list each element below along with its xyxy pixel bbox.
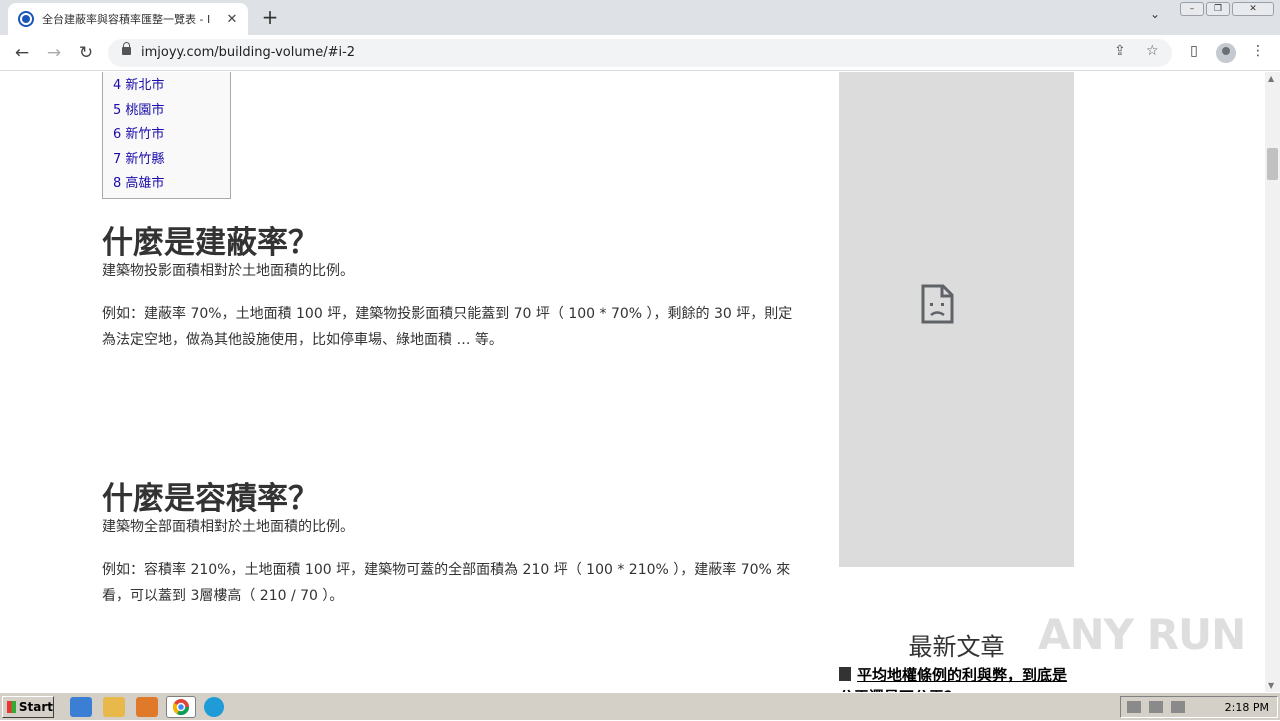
scroll-up-arrow-icon[interactable]: ▲ [1268, 74, 1274, 83]
section-heading-coverage-ratio: 什麼是建蔽率？ [102, 225, 319, 261]
floor-area-ratio-definition: 建築物全部面積相對於土地面積的比例。 [102, 519, 354, 535]
windows-taskbar: Start 2:18 PM [0, 692, 1280, 720]
bookmark-star-icon[interactable]: ☆ [1146, 43, 1159, 59]
coverage-ratio-example: 例如：建蔽率 70%，土地面積 100 坪，建築物投影面積只能蓋到 70 坪（ … [102, 306, 793, 348]
close-window-button[interactable]: ✕ [1232, 2, 1274, 16]
ie-icon[interactable] [70, 697, 92, 717]
tab-close-icon[interactable]: ✕ [224, 12, 240, 27]
latest-article-title[interactable]: 平均地權條例的利與弊，到底是公平還是不公平？ [839, 666, 1067, 692]
anyrun-watermark: ANY RUN [1038, 610, 1246, 659]
tab-title: 全台建蔽率與容積率匯整一覽表 - Imjoyy [42, 13, 210, 26]
table-of-contents: 4 新北市 5 桃園市 6 新竹市 7 新竹縣 8 高雄市 [102, 72, 231, 199]
volume-icon[interactable] [1127, 701, 1141, 713]
lock-icon[interactable] [122, 42, 131, 55]
start-label: Start [18, 700, 53, 714]
share-icon[interactable]: ⇪ [1114, 43, 1126, 59]
new-tab-button[interactable]: + [258, 5, 282, 29]
address-bar[interactable]: imjoyy.com/building-volume/#i-2 ⇪ ☆ [108, 39, 1172, 67]
reload-icon[interactable]: ↻ [74, 41, 98, 65]
scroll-thumb[interactable] [1267, 148, 1278, 180]
browser-tab[interactable]: 全台建蔽率與容積率匯整一覽表 - Imjoyy ✕ [8, 3, 248, 35]
back-arrow-icon[interactable]: ← [10, 41, 34, 65]
site-favicon-icon [18, 11, 34, 27]
toc-item[interactable]: 7 新竹縣 [113, 151, 230, 176]
explorer-folder-icon[interactable] [103, 697, 125, 717]
start-button[interactable]: Start [2, 696, 54, 718]
clock[interactable]: 2:18 PM [1225, 701, 1277, 714]
toc-item[interactable]: 5 桃園市 [113, 102, 230, 127]
sidebar-ad-frame [839, 72, 1074, 567]
latest-article-link[interactable]: 平均地權條例的利與弊，到底是公平還是不公平？ [839, 664, 1074, 692]
coverage-ratio-definition: 建築物投影面積相對於土地面積的比例。 [102, 263, 354, 279]
forward-arrow-icon[interactable]: → [42, 41, 66, 65]
restore-button[interactable]: ❐ [1206, 2, 1230, 16]
page-scrollbar[interactable]: ▲ ▼ [1265, 72, 1280, 692]
windows-flag-icon [7, 701, 16, 713]
profile-avatar-icon[interactable] [1216, 43, 1236, 63]
network-icon[interactable] [1149, 701, 1163, 713]
toc-item[interactable]: 6 新竹市 [113, 126, 230, 151]
media-player-icon[interactable] [136, 697, 158, 717]
browser-titlebar: 全台建蔽率與容積率匯整一覽表 - Imjoyy ✕ + ⌄ – ❐ ✕ [0, 0, 1280, 35]
tab-search-chevron-icon[interactable]: ⌄ [1150, 7, 1160, 21]
chrome-taskbar-button[interactable] [166, 696, 196, 718]
toc-item[interactable]: 8 高雄市 [113, 175, 230, 200]
broken-page-icon [921, 284, 954, 324]
document-icon [839, 667, 851, 681]
side-panel-icon[interactable]: ▯ [1184, 43, 1204, 63]
chrome-icon [172, 699, 190, 716]
toc-item[interactable]: 4 新北市 [113, 77, 230, 102]
browser-toolbar: ← → ↻ imjoyy.com/building-volume/#i-2 ⇪ … [0, 35, 1280, 71]
window-controls: – ❐ ✕ [1180, 2, 1274, 16]
action-center-flag-icon[interactable] [1171, 701, 1185, 713]
menu-kebab-icon[interactable]: ⋮ [1248, 43, 1268, 63]
floor-area-ratio-example: 例如：容積率 210%，土地面積 100 坪，建築物可蓋的全部面積為 210 坪… [102, 562, 791, 604]
minimize-button[interactable]: – [1180, 2, 1204, 16]
scroll-down-arrow-icon[interactable]: ▼ [1268, 681, 1274, 690]
section-heading-floor-area-ratio: 什麼是容積率？ [102, 481, 319, 517]
url-text[interactable]: imjoyy.com/building-volume/#i-2 [141, 45, 355, 60]
page-viewport: 4 新北市 5 桃園市 6 新竹市 7 新竹縣 8 高雄市 什麼是建蔽率？ 建築… [0, 72, 1265, 692]
edge-icon[interactable] [204, 697, 224, 717]
system-tray: 2:18 PM [1120, 696, 1278, 718]
